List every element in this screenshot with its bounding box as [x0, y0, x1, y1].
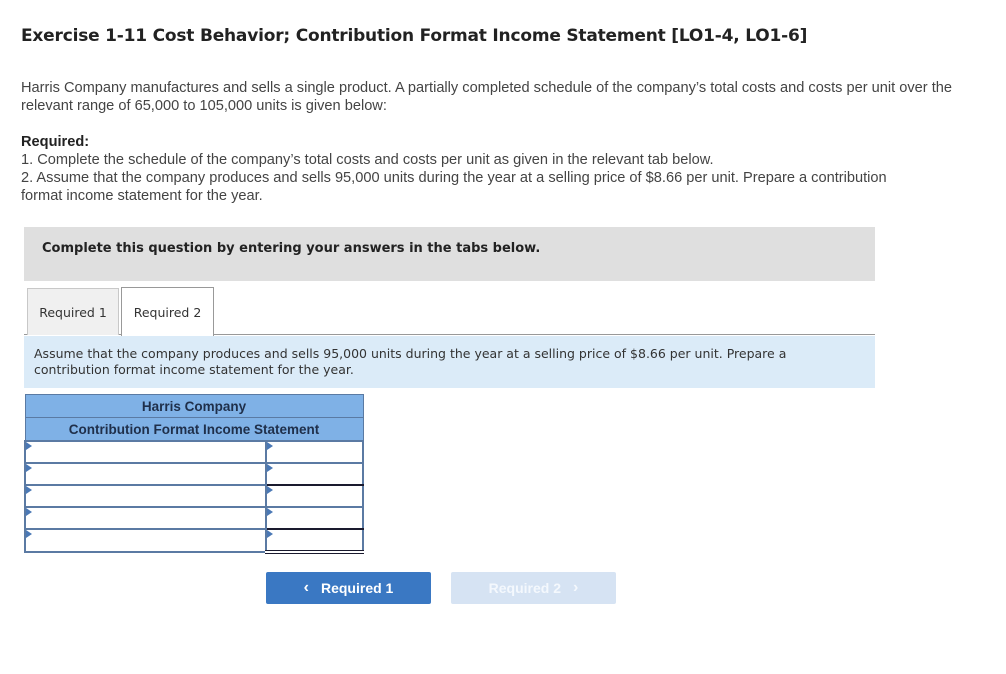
label-cell [23, 484, 268, 508]
instruction-bar: Complete this question by entering your … [24, 227, 875, 281]
instruction-text: Complete this question by entering your … [42, 241, 541, 256]
tab-label: Required 2 [133, 304, 202, 320]
tab-required-2[interactable]: Required 2 [121, 287, 214, 336]
statement-title: Contribution Format Income Statement [24, 417, 364, 442]
income-statement-table: Harris Company Contribution Format Incom… [23, 394, 364, 554]
line-item-input[interactable] [26, 508, 266, 528]
line-item-input[interactable] [26, 442, 266, 462]
amount-input[interactable] [267, 464, 362, 484]
table-row [23, 440, 364, 464]
label-cell [23, 462, 268, 486]
exercise-title: Exercise 1-11 Cost Behavior; Contributio… [21, 26, 808, 46]
statement-company-name: Harris Company [24, 394, 364, 418]
tab-required-1[interactable]: Required 1 [27, 288, 119, 335]
amount-input[interactable] [267, 530, 362, 550]
question-prompt: Assume that the company produces and sel… [24, 336, 875, 388]
amount-input[interactable] [267, 442, 362, 462]
chevron-left-icon: ‹ [303, 579, 309, 596]
amount-cell [265, 528, 364, 554]
label-cell [23, 528, 268, 553]
label-cell [23, 440, 268, 464]
line-item-input[interactable] [26, 486, 266, 506]
amount-input[interactable] [267, 508, 362, 528]
line-item-input[interactable] [26, 530, 266, 551]
table-row [23, 484, 364, 508]
required-item-2: 2. Assume that the company produces and … [21, 170, 887, 204]
amount-cell [265, 484, 364, 508]
chevron-right-icon: › [573, 579, 579, 596]
intro-text: Harris Company manufactures and sells a … [21, 80, 952, 114]
next-required-2-button[interactable]: Required 2 › [451, 572, 616, 604]
required-item-1: 1. Complete the schedule of the company’… [21, 152, 714, 168]
required-heading: Required: [21, 134, 90, 150]
required-section: Required: 1. Complete the schedule of th… [21, 133, 921, 205]
line-item-input[interactable] [26, 464, 266, 484]
tab-bar: Required 1 Required 2 [24, 287, 875, 336]
amount-input[interactable] [267, 486, 362, 506]
label-cell [23, 506, 268, 530]
amount-cell [265, 440, 364, 464]
tab-label: Required 1 [39, 304, 107, 320]
previous-button-label: Required 1 [320, 580, 394, 596]
table-row [23, 528, 364, 554]
table-row [23, 506, 364, 530]
previous-required-1-button[interactable]: ‹ Required 1 [266, 572, 431, 604]
table-row [23, 462, 364, 486]
amount-cell [265, 506, 364, 530]
next-button-label: Required 2 [488, 580, 562, 596]
amount-cell [265, 462, 364, 486]
